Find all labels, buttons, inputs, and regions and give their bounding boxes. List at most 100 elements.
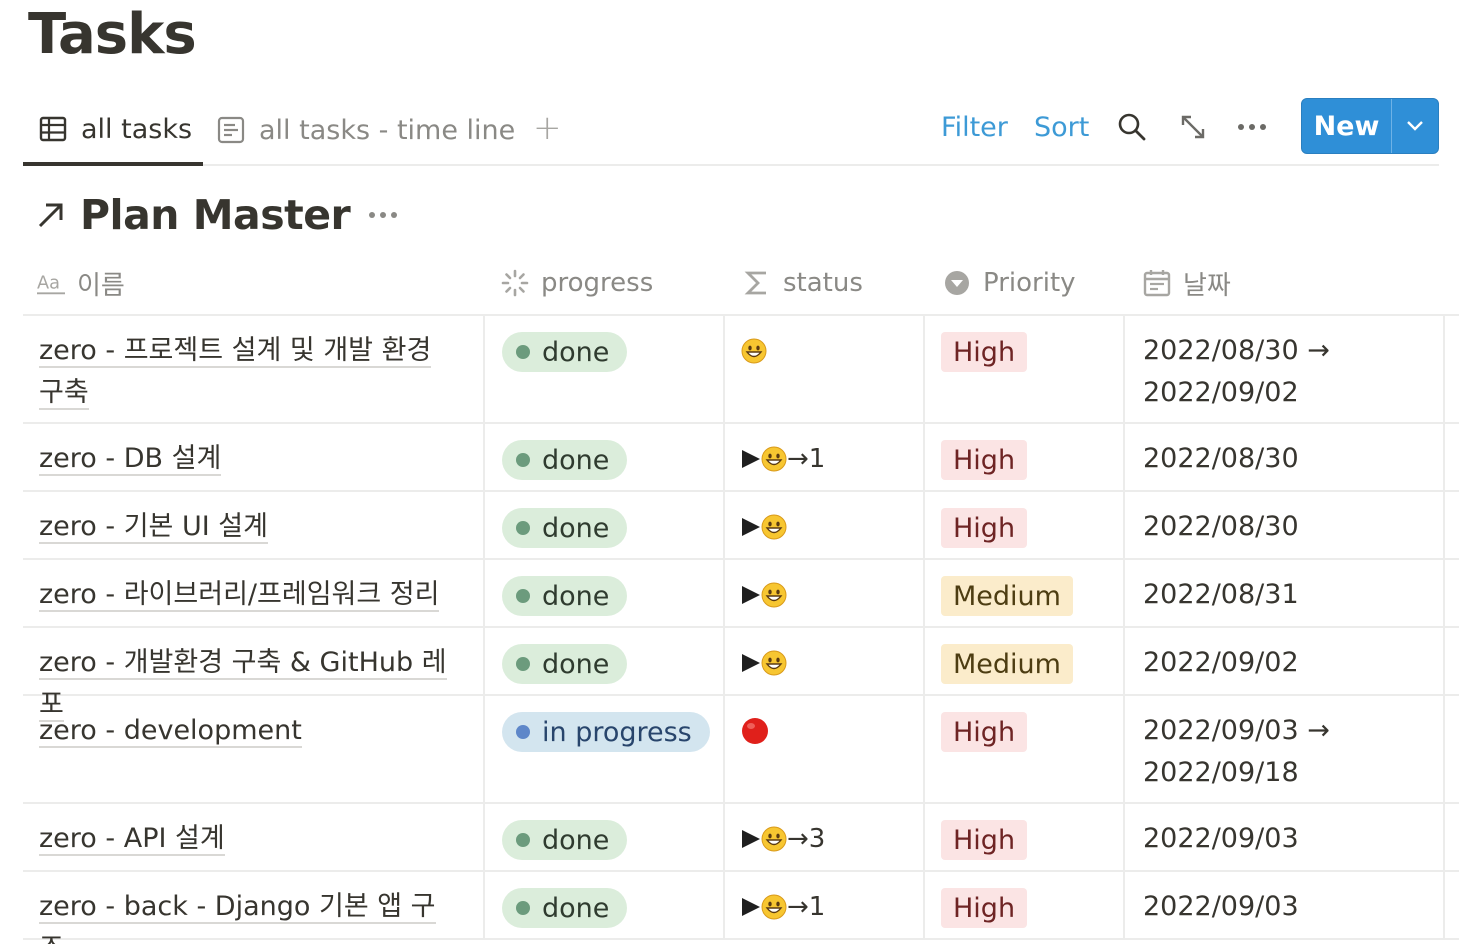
table-row[interactable]: zero - API 설계 done →3 High 2022/09/03 [23, 804, 1459, 872]
cell-status[interactable] [725, 696, 925, 802]
cell-name[interactable]: zero - DB 설계 [23, 424, 485, 490]
ellipsis-icon[interactable] [368, 210, 398, 220]
cell-status[interactable]: →3 [725, 804, 925, 870]
cell-priority[interactable]: High [925, 804, 1125, 870]
filter-button[interactable]: Filter [941, 96, 1008, 158]
task-title-link[interactable]: zero - back - Django 기본 앱 구조 [39, 886, 459, 944]
cell-progress[interactable]: done [485, 560, 725, 626]
status-formula [741, 642, 787, 684]
task-title[interactable]: zero - 기본 UI 설계 [39, 511, 268, 544]
priority-tag[interactable]: Medium [941, 576, 1073, 616]
cell-date[interactable]: 2022/08/30 [1125, 492, 1445, 558]
table-row[interactable]: zero - back - Django 기본 앱 구조 done →1 High 20… [23, 872, 1459, 944]
cell-date[interactable]: 2022/08/31 [1125, 560, 1445, 626]
more-options-button[interactable] [1237, 96, 1267, 158]
progress-status-pill[interactable]: done [502, 820, 628, 860]
table-row[interactable]: zero - 프로젝트 설계 및 개발 환경 구축 done High 2022/08… [23, 316, 1459, 424]
priority-tag[interactable]: High [941, 712, 1028, 752]
table-row[interactable]: zero - 기본 UI 설계 done High 2022/08/30 [23, 492, 1459, 560]
cell-date[interactable]: 2022/09/03 [1125, 804, 1445, 870]
red-circle-icon [742, 718, 768, 744]
task-title-link[interactable]: zero - 프로젝트 설계 및 개발 환경 구축 [39, 330, 459, 414]
progress-status-pill[interactable]: in progress [502, 712, 710, 752]
priority-tag[interactable]: High [941, 332, 1028, 372]
table-row[interactable]: zero - DB 설계 done →1 High 2022/08/30 [23, 424, 1459, 492]
cell-name[interactable]: zero - development [23, 696, 485, 802]
cell-date[interactable]: 2022/09/02 [1125, 628, 1445, 694]
cell-name[interactable]: zero - API 설계 [23, 804, 485, 870]
column-label: progress [541, 268, 654, 298]
table-row[interactable]: zero - development in progress High 2022/09… [23, 696, 1459, 804]
task-title-link[interactable]: zero - development [39, 710, 459, 752]
table-header: Aa 이름 progress status Priority 날짜 [23, 252, 1459, 316]
cell-date[interactable]: 2022/08/30 → 2022/09/02 [1125, 316, 1445, 422]
cell-progress[interactable]: done [485, 424, 725, 490]
cell-progress[interactable]: done [485, 492, 725, 558]
priority-tag[interactable]: Medium [941, 644, 1073, 684]
progress-status-pill[interactable]: done [502, 576, 628, 616]
column-header-priority[interactable]: Priority [943, 252, 1076, 314]
cell-progress[interactable]: done [485, 872, 725, 938]
cell-name[interactable]: zero - 개발환경 구축 & GitHub 레포 [23, 628, 485, 722]
task-title[interactable]: zero - 라이브러리/프레임워크 정리 [39, 579, 440, 612]
cell-progress[interactable]: done [485, 628, 725, 694]
cell-priority[interactable]: High [925, 872, 1125, 938]
cell-name[interactable]: zero - 프로젝트 설계 및 개발 환경 구축 [23, 316, 485, 422]
task-title[interactable]: zero - 프로젝트 설계 및 개발 환경 구축 [39, 335, 432, 410]
new-dropdown-button[interactable] [1392, 99, 1438, 153]
cell-progress[interactable]: in progress [485, 696, 725, 802]
column-header-name[interactable]: Aa 이름 [37, 252, 125, 314]
tab-all-tasks-timeline[interactable]: all tasks - time line [217, 96, 515, 164]
cell-status[interactable]: →1 [725, 424, 925, 490]
add-view-button[interactable]: + [533, 108, 562, 148]
progress-status-pill[interactable]: done [502, 440, 628, 480]
progress-status-pill[interactable]: done [502, 508, 628, 548]
cell-priority[interactable]: High [925, 492, 1125, 558]
open-fullpage-button[interactable] [1179, 96, 1207, 158]
progress-status-pill[interactable]: done [502, 644, 628, 684]
task-title[interactable]: zero - back - Django 기본 앱 구조 [39, 891, 436, 944]
cell-status[interactable] [725, 492, 925, 558]
cell-name[interactable]: zero - 기본 UI 설계 [23, 492, 485, 558]
priority-tag[interactable]: High [941, 888, 1028, 928]
new-button[interactable]: New [1302, 99, 1392, 153]
cell-priority[interactable]: Medium [925, 628, 1125, 694]
table-row[interactable]: zero - 개발환경 구축 & GitHub 레포 done Medium 2022… [23, 628, 1459, 722]
cell-date[interactable]: 2022/08/30 [1125, 424, 1445, 490]
cell-status[interactable] [725, 628, 925, 694]
cell-name[interactable]: zero - 라이브러리/프레임워크 정리 [23, 560, 485, 626]
priority-tag[interactable]: High [941, 820, 1028, 860]
cell-progress[interactable]: done [485, 316, 725, 422]
cell-status[interactable]: →1 [725, 872, 925, 938]
cell-status[interactable] [725, 316, 925, 422]
task-title-link[interactable]: zero - API 설계 [39, 818, 459, 860]
task-title[interactable]: zero - API 설계 [39, 823, 225, 856]
cell-priority[interactable]: High [925, 424, 1125, 490]
search-button[interactable] [1117, 96, 1147, 158]
cell-date[interactable]: 2022/09/03 [1125, 872, 1445, 938]
progress-status-pill[interactable]: done [502, 888, 628, 928]
task-title-link[interactable]: zero - DB 설계 [39, 438, 459, 480]
cell-progress[interactable]: done [485, 804, 725, 870]
progress-label: done [542, 892, 610, 924]
column-header-status[interactable]: status [743, 252, 863, 314]
table-row[interactable]: zero - 라이브러리/프레임워크 정리 done Medium 2022/08/3… [23, 560, 1459, 628]
cell-priority[interactable]: High [925, 316, 1125, 422]
column-header-progress[interactable]: progress [501, 252, 653, 314]
cell-name[interactable]: zero - back - Django 기본 앱 구조 [23, 872, 485, 944]
task-title[interactable]: zero - DB 설계 [39, 443, 222, 476]
task-title[interactable]: zero - development [39, 715, 302, 748]
database-title[interactable]: Plan Master [80, 191, 351, 239]
tab-all-tasks[interactable]: all tasks [23, 96, 203, 166]
cell-status[interactable] [725, 560, 925, 626]
column-header-date[interactable]: 날짜 [1143, 252, 1231, 314]
task-title-link[interactable]: zero - 기본 UI 설계 [39, 506, 459, 548]
sort-button[interactable]: Sort [1034, 96, 1089, 158]
cell-date[interactable]: 2022/09/03 → 2022/09/18 [1125, 696, 1445, 802]
progress-status-pill[interactable]: done [502, 332, 628, 372]
cell-priority[interactable]: High [925, 696, 1125, 802]
priority-tag[interactable]: High [941, 508, 1028, 548]
cell-priority[interactable]: Medium [925, 560, 1125, 626]
task-title-link[interactable]: zero - 라이브러리/프레임워크 정리 [39, 574, 459, 616]
priority-tag[interactable]: High [941, 440, 1028, 480]
